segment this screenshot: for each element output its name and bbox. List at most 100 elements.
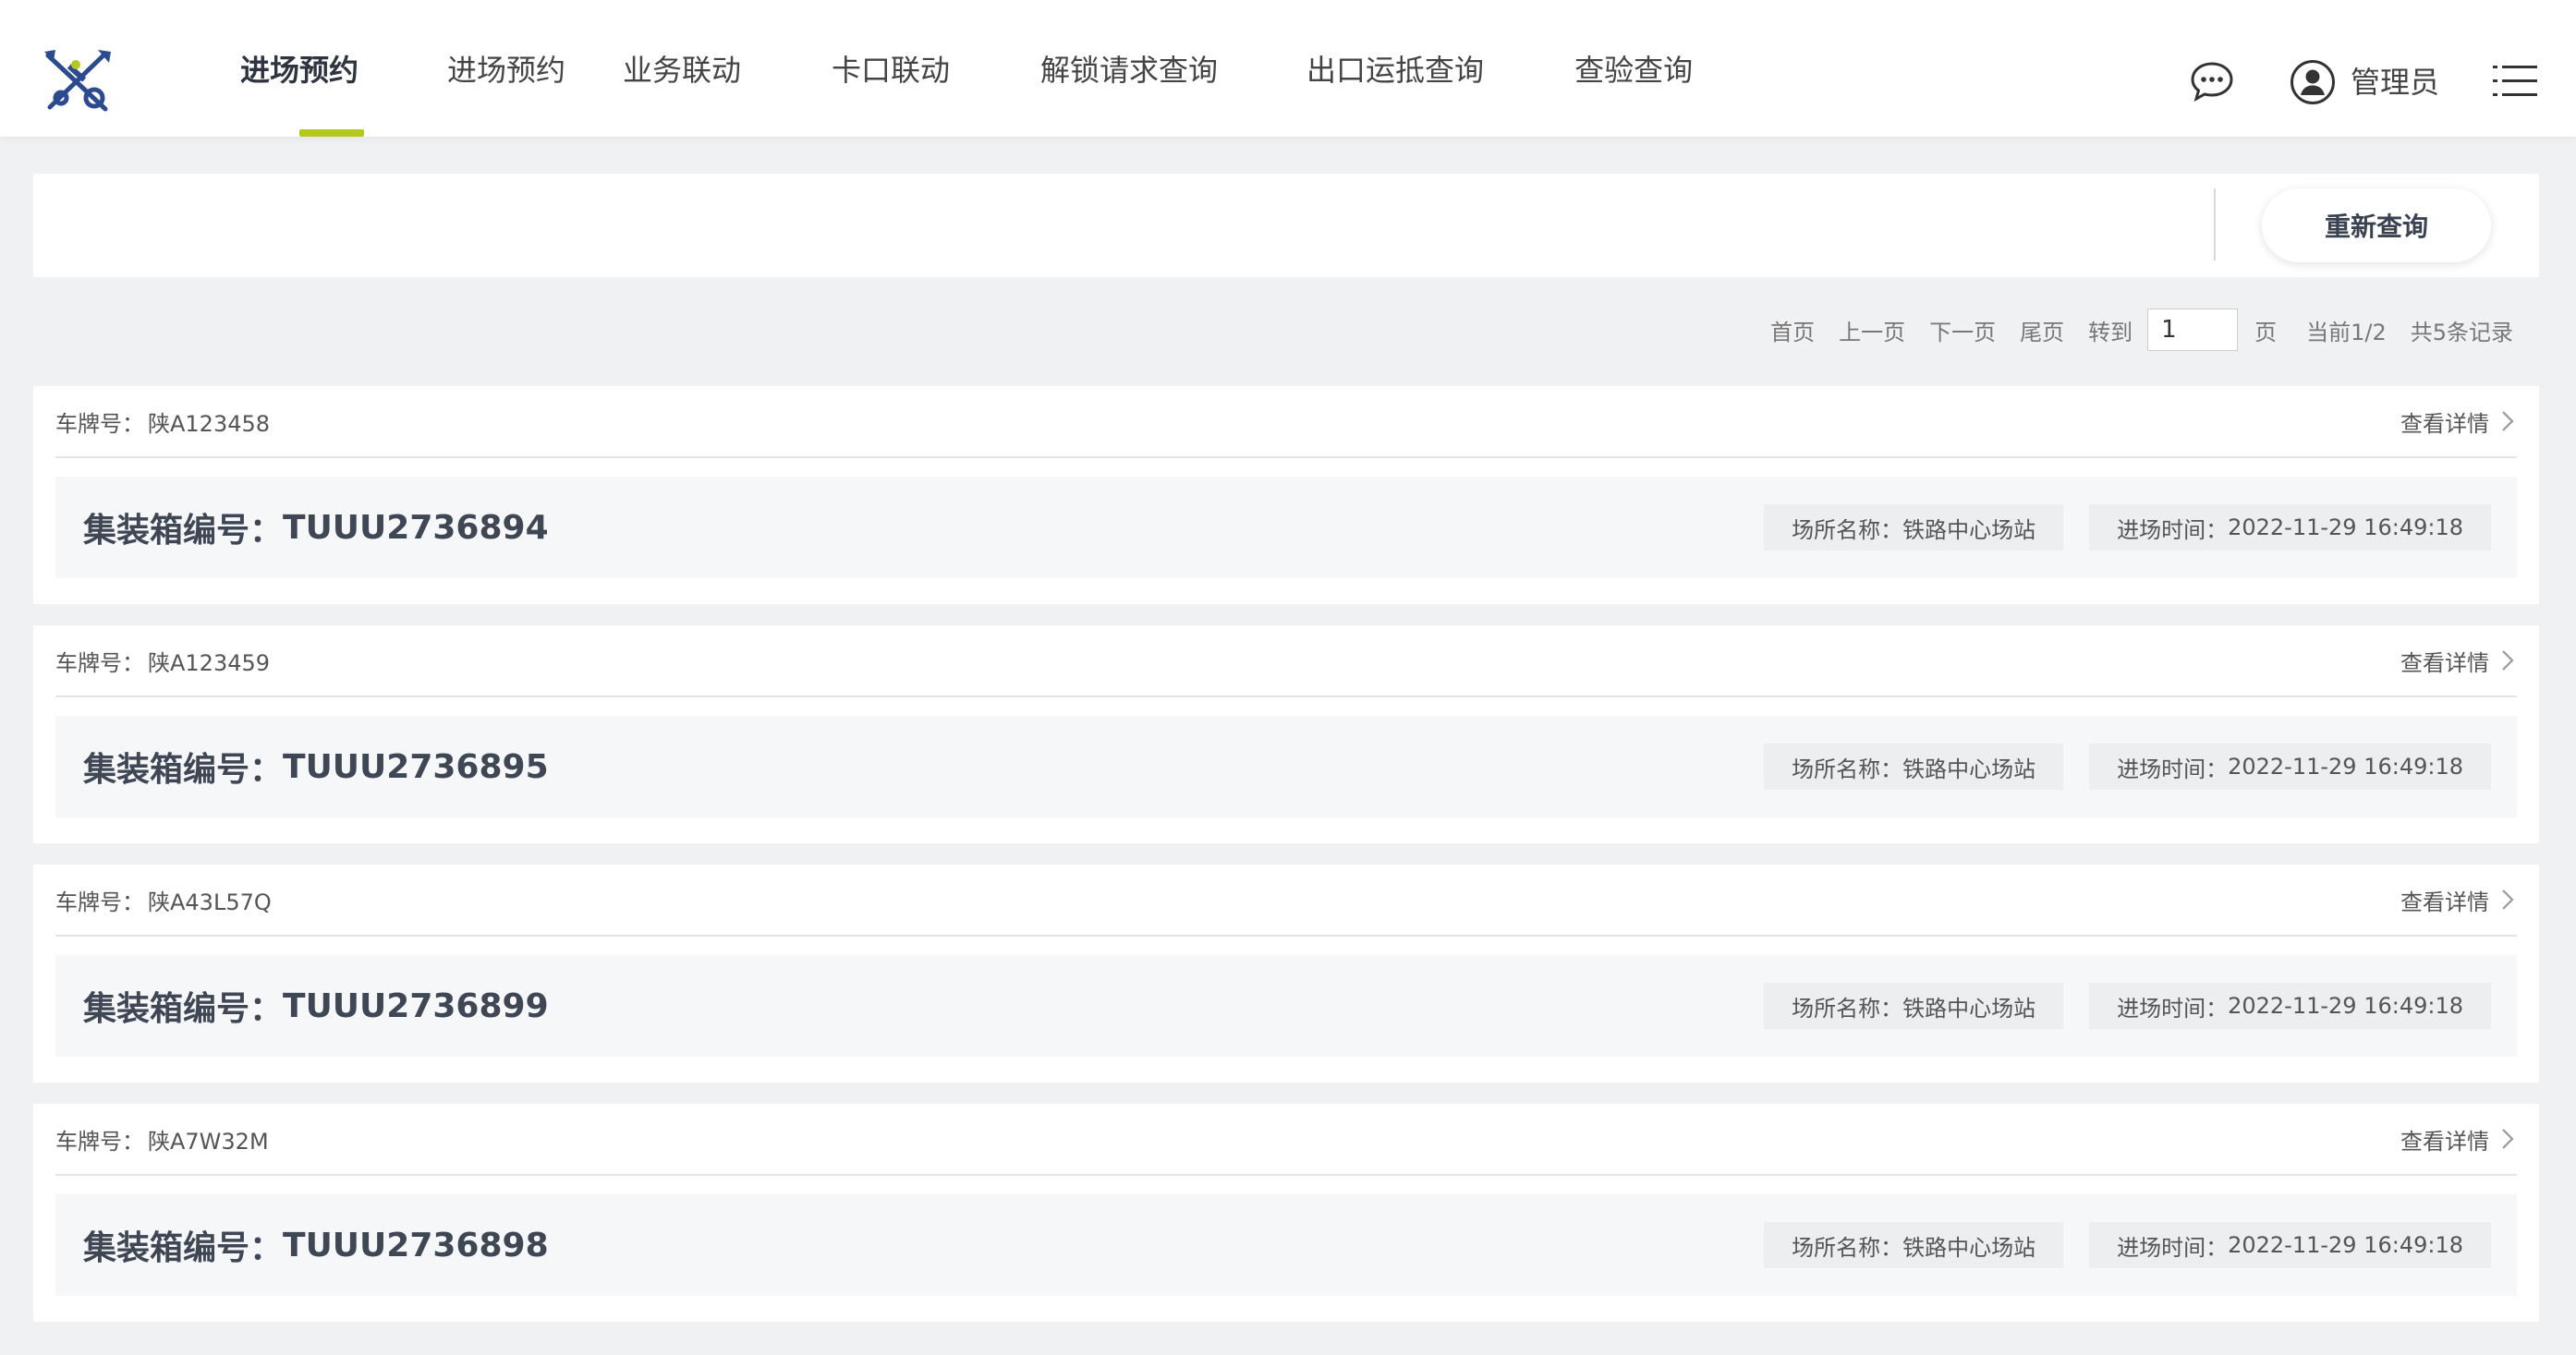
nav-item-label: 解锁请求查询 (1040, 53, 1219, 88)
nav-item-entry-appointment[interactable]: 进场预约 (240, 0, 423, 137)
site-value: 铁路中心场站 (1902, 516, 2036, 543)
container-label: 集装箱编号： (83, 990, 284, 1028)
entry-time-value: 2022-11-29 16:49:18 (2228, 754, 2463, 780)
pagination-first[interactable]: 首页 (1770, 314, 1815, 346)
site-label: 场所名称： (1792, 756, 1903, 782)
search-bar: 重新查询 (33, 174, 2539, 277)
container-label: 集装箱编号： (83, 512, 284, 550)
card-header: 车牌号： 陕A123458 查看详情 (55, 386, 2517, 458)
user-avatar-icon[interactable] (2290, 59, 2336, 105)
pagination-last[interactable]: 尾页 (2020, 314, 2064, 346)
entry-time-value: 2022-11-29 16:49:18 (2228, 1232, 2463, 1258)
pagination-next[interactable]: 下一页 (1929, 314, 1996, 346)
card-tags: 场所名称： 铁路中心场站 进场时间： 2022-11-29 16:49:18 (1738, 983, 2491, 1029)
entry-time-label: 进场时间： (2117, 995, 2229, 1022)
pagination: 首页 上一页 下一页 尾页 转到 页 当前1/2 共5条记录 (1746, 307, 2513, 353)
chevron-right-icon (2502, 889, 2514, 910)
nav-item-label: 卡口联动 (832, 53, 951, 88)
plate-label: 车牌号： (55, 649, 144, 676)
site-label: 场所名称： (1792, 995, 1903, 1022)
main-nav: 进场预约 进场预约 业务联动 卡口联动 解锁请求查询 出口运抵查询 查验查询 (240, 0, 1693, 137)
container-label: 集装箱编号： (83, 1229, 284, 1267)
card-header: 车牌号： 陕A123459 查看详情 (55, 625, 2517, 697)
view-detail-link[interactable]: 查看详情 (2400, 645, 2517, 677)
nav-item-unlock-request-query[interactable]: 解锁请求查询 (1040, 0, 1218, 137)
customs-logo-icon[interactable] (41, 46, 115, 116)
card-body: 集装箱编号： TUUU2736895 场所名称： 铁路中心场站 进场时间： 2022-… (55, 716, 2517, 817)
view-detail-link[interactable]: 查看详情 (2400, 405, 2517, 438)
card-body: 集装箱编号： TUUU2736894 场所名称： 铁路中心场站 进场时间： 2022-… (55, 477, 2517, 578)
chevron-right-icon (2502, 1129, 2514, 1149)
nav-item-label: 进场预约 (240, 53, 359, 88)
entry-time-tag: 进场时间： 2022-11-29 16:49:18 (2089, 983, 2491, 1029)
site-value: 铁路中心场站 (1902, 995, 2036, 1022)
site-label: 场所名称： (1792, 1234, 1903, 1261)
site-tag: 场所名称： 铁路中心场站 (1764, 504, 2064, 550)
entry-time-label: 进场时间： (2117, 516, 2229, 543)
nav-item-label: 业务联动 (623, 53, 742, 88)
entry-time-value: 2022-11-29 16:49:18 (2228, 993, 2463, 1019)
chevron-right-icon (2502, 650, 2514, 671)
pagination-current: 当前1/2 (2306, 319, 2387, 345)
container-label: 集装箱编号： (83, 751, 284, 789)
nav-item-entry-appointment-2[interactable]: 进场预约 (447, 0, 565, 137)
nav-item-label: 出口运抵查询 (1306, 53, 1485, 88)
card-header: 车牌号： 陕A43L57Q 查看详情 (55, 865, 2517, 937)
entry-time-value: 2022-11-29 16:49:18 (2228, 514, 2463, 540)
user-name[interactable]: 管理员 (2351, 59, 2439, 105)
nav-item-export-arrival-query[interactable]: 出口运抵查询 (1306, 0, 1484, 137)
container-value: TUUU2736894 (283, 508, 549, 547)
container-number: 集装箱编号： TUUU2736894 (83, 477, 549, 578)
card-tags: 场所名称： 铁路中心场站 进场时间： 2022-11-29 16:49:18 (1738, 744, 2491, 790)
plate-value: 陕A7W32M (148, 1128, 269, 1155)
nav-item-label: 进场预约 (447, 53, 566, 88)
site-tag: 场所名称： 铁路中心场站 (1764, 744, 2064, 790)
chevron-right-icon (2502, 411, 2514, 431)
entry-time-label: 进场时间： (2117, 756, 2229, 782)
view-detail-link[interactable]: 查看详情 (2400, 884, 2517, 916)
view-detail-label: 查看详情 (2400, 889, 2489, 915)
pagination-page-input[interactable] (2147, 309, 2239, 351)
nav-item-business-linkage[interactable]: 业务联动 (623, 0, 741, 137)
view-detail-label: 查看详情 (2400, 649, 2489, 676)
search-divider (2214, 188, 2216, 260)
plate-label: 车牌号： (55, 889, 144, 915)
nav-item-gate-linkage[interactable]: 卡口联动 (832, 0, 950, 137)
site-value: 铁路中心场站 (1902, 756, 2036, 782)
entry-time-label: 进场时间： (2117, 1234, 2229, 1261)
plate-value: 陕A123459 (148, 649, 271, 676)
card-body: 集装箱编号： TUUU2736898 场所名称： 铁路中心场站 进场时间： 2022-… (55, 1194, 2517, 1296)
container-number: 集装箱编号： TUUU2736898 (83, 1194, 549, 1296)
plate-label: 车牌号： (55, 410, 144, 437)
container-value: TUUU2736899 (283, 986, 549, 1025)
plate-value: 陕A123458 (148, 410, 271, 437)
pagination-page-unit: 页 (2254, 319, 2278, 345)
entry-time-tag: 进场时间： 2022-11-29 16:49:18 (2089, 504, 2491, 550)
nav-item-inspection-query[interactable]: 查验查询 (1574, 0, 1693, 137)
container-number: 集装箱编号： TUUU2736899 (83, 955, 549, 1057)
pagination-total: 共5条记录 (2410, 319, 2513, 345)
view-detail-label: 查看详情 (2400, 410, 2489, 437)
container-value: TUUU2736898 (283, 1226, 549, 1264)
record-card: 车牌号： 陕A123458 查看详情 集装箱编号： TUUU2736894 场所名称… (33, 386, 2539, 604)
plate-number: 车牌号： 陕A7W32M (55, 1123, 269, 1155)
record-card: 车牌号： 陕A123459 查看详情 集装箱编号： TUUU2736895 场所名称… (33, 625, 2539, 843)
site-tag: 场所名称： 铁路中心场站 (1764, 983, 2064, 1029)
record-card: 车牌号： 陕A43L57Q 查看详情 集装箱编号： TUUU2736899 场所名称… (33, 865, 2539, 1083)
card-tags: 场所名称： 铁路中心场站 进场时间： 2022-11-29 16:49:18 (1738, 1222, 2491, 1268)
view-detail-link[interactable]: 查看详情 (2400, 1123, 2517, 1155)
top-header: 进场预约 进场预约 业务联动 卡口联动 解锁请求查询 出口运抵查询 查验查询 管… (0, 0, 2576, 137)
card-header: 车牌号： 陕A7W32M 查看详情 (55, 1104, 2517, 1176)
site-tag: 场所名称： 铁路中心场站 (1764, 1222, 2064, 1268)
record-card: 车牌号： 陕A7W32M 查看详情 集装箱编号： TUUU2736898 场所名称：… (33, 1104, 2539, 1322)
entry-time-tag: 进场时间： 2022-11-29 16:49:18 (2089, 744, 2491, 790)
plate-number: 车牌号： 陕A123459 (55, 645, 270, 677)
view-detail-label: 查看详情 (2400, 1128, 2489, 1155)
container-value: TUUU2736895 (283, 747, 549, 786)
plate-value: 陕A43L57Q (148, 889, 272, 915)
message-icon[interactable] (2190, 61, 2234, 102)
requery-button[interactable]: 重新查询 (2262, 188, 2491, 262)
menu-icon[interactable] (2493, 63, 2537, 100)
container-number: 集装箱编号： TUUU2736895 (83, 716, 549, 817)
pagination-prev[interactable]: 上一页 (1839, 314, 1905, 346)
